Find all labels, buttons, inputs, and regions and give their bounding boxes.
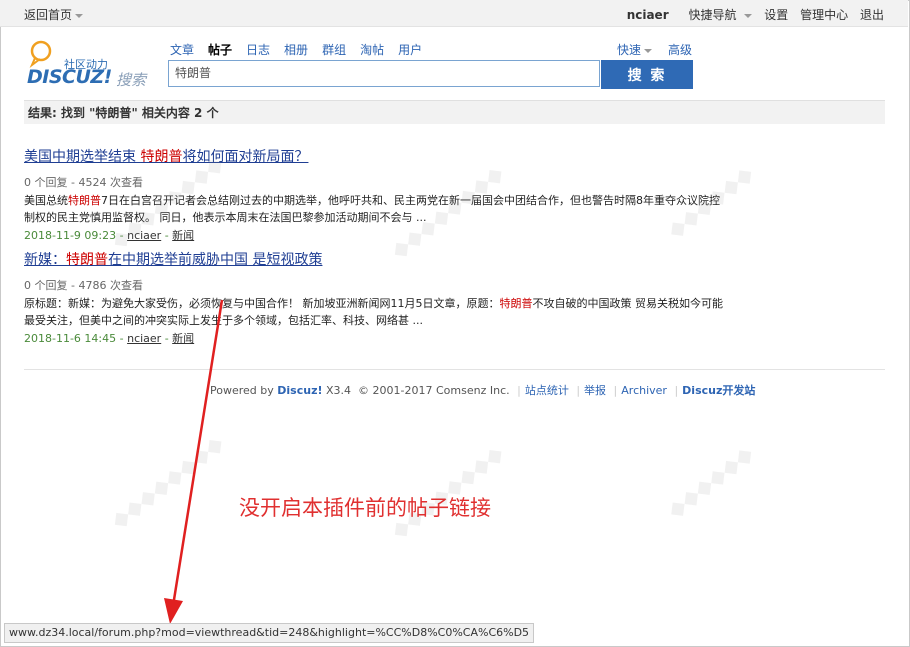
annotation-text: 没开启本插件前的帖子链接 — [239, 496, 491, 520]
annotation-arrow — [164, 299, 224, 624]
status-bar-url: www.dz34.local/forum.php?mod=viewthread&… — [4, 623, 535, 643]
